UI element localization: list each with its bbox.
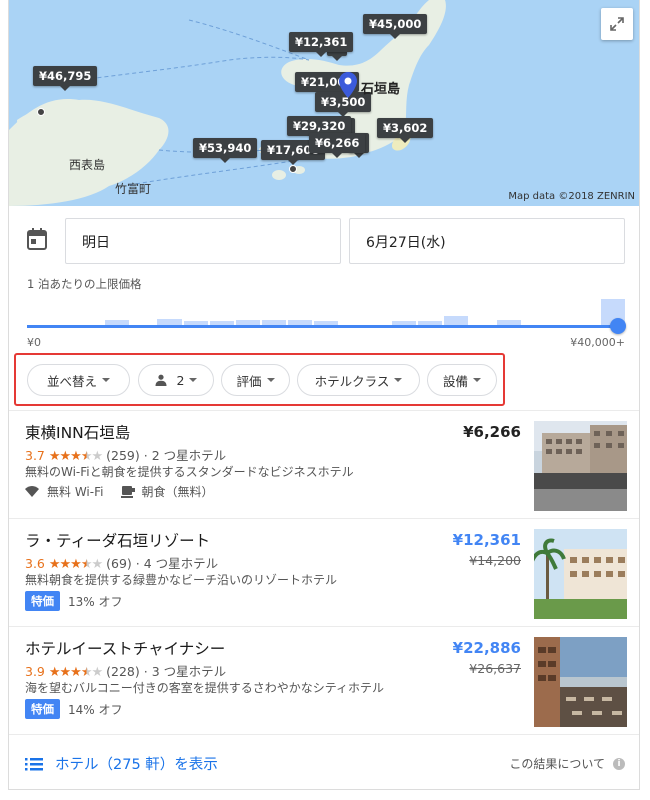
hotel-description: 海を望むバルコニー付きの客室を提供するさわやかなシティホテル (25, 681, 385, 695)
price-slider-handle[interactable] (610, 318, 626, 334)
expand-icon (610, 17, 624, 31)
map-credit: Map data ©2018 ZENRIN (508, 191, 635, 202)
map-price-pin[interactable]: ¥12,361 (289, 32, 354, 57)
person-icon (155, 374, 167, 386)
info-icon: i (613, 757, 625, 770)
review-count: (259) (106, 448, 140, 463)
map-price-pin[interactable]: ¥45,000 (363, 14, 428, 39)
chevron-down-icon (189, 378, 198, 382)
chevron-down-icon (102, 378, 110, 382)
hotel-class-filter-chip[interactable]: ホテルクラス (297, 364, 420, 396)
hotel-list-item[interactable]: ホテルイーストチャイナシー 3.9 ★★★★★ (228) · 3 つ星ホテル … (9, 626, 639, 734)
hotel-list-item[interactable]: ラ・ティーダ石垣リゾート 3.6 ★★★★★ (69) · 4 つ星ホテル 無料… (9, 518, 639, 626)
hotel-description: 無料朝食を提供する緑豊かなビーチ沿いのリゾートホテル (25, 573, 338, 587)
about-results-label: この結果について (509, 757, 605, 771)
date-picker-row: 明日 6月27日(水) (9, 218, 639, 264)
map-price-pin[interactable]: ¥6,266 (309, 133, 366, 158)
hotel-photo[interactable] (534, 421, 627, 511)
checkout-date-field[interactable]: 6月27日(水) (349, 218, 625, 264)
hotel-photo[interactable] (534, 637, 627, 727)
deal-badge: 特価 (25, 699, 60, 719)
calendar-icon (27, 228, 47, 250)
map-marker-dot[interactable] (37, 108, 45, 116)
about-results-link[interactable]: この結果について i (509, 755, 625, 772)
review-count: (228) (106, 664, 140, 679)
amenity-wifi-label: 無料 Wi-Fi (47, 485, 104, 499)
hotel-class: · 2 つ星ホテル (143, 448, 227, 463)
hotel-rating-row: 3.7 ★★★★★ (259) · 2 つ星ホテル (25, 445, 226, 464)
guests-chip-label: 2 (176, 372, 185, 388)
hotel-list-item[interactable]: 東横INN石垣島 3.7 ★★★★★ (259) · 2 つ星ホテル 無料のWi… (9, 410, 639, 518)
map-label-taketomi: 竹富町 (115, 182, 152, 196)
map-marker-dot[interactable] (289, 165, 297, 173)
hotel-photo[interactable] (534, 529, 627, 619)
filter-chips-row: 並べ替え 2 評価 ホテルクラス 設備 (14, 353, 505, 406)
map[interactable]: ¥45,000 0 ¥12,361 ¥46,795 ¥21,000 ¥3,500… (9, 0, 639, 206)
checkin-date-field[interactable]: 明日 (65, 218, 341, 264)
hotel-name[interactable]: ホテルイーストチャイナシー (25, 637, 225, 659)
price-slider-track[interactable] (27, 325, 619, 328)
hotel-price: ¥6,266 (463, 423, 521, 441)
hotel-rating-row: 3.9 ★★★★★ (228) · 3 つ星ホテル (25, 661, 226, 680)
expand-map-button[interactable] (601, 8, 633, 40)
breakfast-icon (121, 486, 136, 498)
chevron-down-icon (394, 378, 403, 382)
hotel-name[interactable]: 東横INN石垣島 (25, 421, 130, 443)
deal-badge: 特価 (25, 591, 60, 611)
star-rating-icon: ★★★★★ (48, 449, 103, 464)
hotel-original-price: ¥26,637 (469, 661, 521, 676)
selected-location-icon (339, 72, 357, 98)
discount-text: 14% オフ (68, 702, 123, 717)
map-label-iriomote: 西表島 (69, 158, 106, 172)
rating-chip-label: 評価 (236, 373, 262, 389)
map-price-pin[interactable]: ¥3,602 (377, 118, 434, 143)
sort-chip-label: 並べ替え (46, 373, 97, 389)
chevron-down-icon (266, 378, 275, 382)
hotel-deal-row: 特価 13% オフ (25, 591, 123, 611)
map-label-ishigaki: 石垣島 (361, 82, 401, 97)
hotel-class: · 4 つ星ホテル (135, 556, 219, 571)
amenities-filter-chip[interactable]: 設備 (427, 364, 497, 396)
amenity-breakfast-label: 朝食（無料） (141, 485, 214, 499)
discount-text: 13% オフ (68, 594, 123, 609)
results-footer: ホテル（275 軒）を表示 この結果について i (9, 734, 639, 789)
hotel-description: 無料のWi-Fiと朝食を提供するスタンダードなビジネスホテル (25, 465, 354, 479)
map-price-pin[interactable]: ¥53,940 (193, 138, 258, 163)
sort-filter-chip[interactable]: 並べ替え (27, 364, 130, 396)
hotel-class: · 3 つ星ホテル (143, 664, 227, 679)
max-price-title: 1 泊あたりの上限価格 (27, 277, 142, 291)
price-histogram (27, 296, 627, 328)
hotel-price: ¥22,886 (452, 639, 521, 657)
rating-value: 3.7 (25, 448, 45, 463)
amenities-chip-label: 設備 (442, 373, 468, 389)
hotel-rating-row: 3.6 ★★★★★ (69) · 4 つ星ホテル (25, 553, 218, 572)
hotel-deal-row: 特価 14% オフ (25, 699, 123, 719)
price-max-label: ¥40,000+ (570, 336, 625, 349)
hotel-name[interactable]: ラ・ティーダ石垣リゾート (25, 529, 210, 551)
hotel-class-chip-label: ホテルクラス (314, 373, 390, 389)
wifi-icon (25, 485, 39, 497)
chevron-down-icon (473, 378, 481, 382)
review-count: (69) (106, 556, 132, 571)
rating-filter-chip[interactable]: 評価 (221, 364, 290, 396)
map-price-pin[interactable]: ¥46,795 (33, 66, 98, 91)
hotel-amenities: 無料 Wi-Fi 朝食（無料） (25, 483, 213, 500)
star-rating-icon: ★★★★★ (48, 665, 103, 680)
rating-value: 3.6 (25, 556, 45, 571)
view-all-hotels-label: ホテル（275 軒）を表示 (55, 757, 218, 773)
list-icon (25, 757, 43, 770)
hotel-search-card: ¥45,000 0 ¥12,361 ¥46,795 ¥21,000 ¥3,500… (8, 0, 640, 790)
hotel-price: ¥12,361 (452, 531, 521, 549)
price-min-label: ¥0 (27, 336, 41, 349)
hotel-original-price: ¥14,200 (469, 553, 521, 568)
rating-value: 3.9 (25, 664, 45, 679)
guests-filter-chip[interactable]: 2 (138, 364, 214, 396)
star-rating-icon: ★★★★★ (48, 557, 103, 572)
view-all-hotels-link[interactable]: ホテル（275 軒）を表示 (25, 753, 218, 774)
